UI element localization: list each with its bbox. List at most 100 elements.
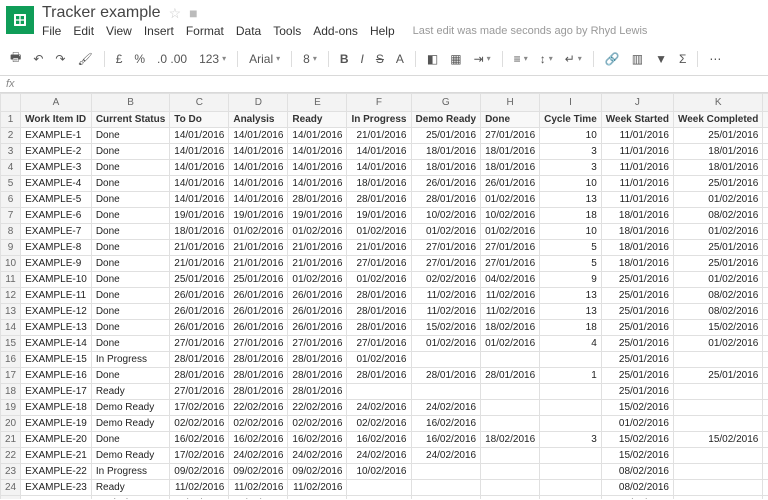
cell[interactable]: EXAMPLE-12 xyxy=(21,304,92,320)
cell[interactable] xyxy=(763,448,768,464)
cell[interactable]: 13 xyxy=(540,304,602,320)
print-icon[interactable]: 🖶 xyxy=(6,46,25,71)
cell[interactable]: EXAMPLE-6 xyxy=(21,208,92,224)
cell[interactable]: 14/01/2016 xyxy=(229,160,288,176)
cell[interactable] xyxy=(411,480,481,496)
cell[interactable]: Done xyxy=(91,288,169,304)
cell[interactable]: 21/01/2016 xyxy=(229,256,288,272)
col-header[interactable]: H xyxy=(481,94,540,112)
cell[interactable]: Done xyxy=(91,432,169,448)
cell[interactable]: 14/01/2016 xyxy=(288,160,347,176)
cell[interactable] xyxy=(763,272,768,288)
cell[interactable]: 13 xyxy=(540,288,602,304)
cell[interactable] xyxy=(540,496,602,500)
cell[interactable] xyxy=(763,160,768,176)
cell[interactable]: 25/01/2016 xyxy=(601,304,673,320)
cell[interactable]: 09/02/2016 xyxy=(170,464,229,480)
cell[interactable] xyxy=(763,432,768,448)
cell[interactable]: 21/01/2016 xyxy=(347,240,411,256)
cell[interactable]: EXAMPLE-8 xyxy=(21,240,92,256)
cell[interactable]: Done xyxy=(91,256,169,272)
cell[interactable]: 18 xyxy=(540,320,602,336)
cell[interactable] xyxy=(763,176,768,192)
cell[interactable]: 14/01/2016 xyxy=(347,144,411,160)
row-header[interactable]: 9 xyxy=(1,240,21,256)
menu-data[interactable]: Data xyxy=(236,24,261,38)
cell[interactable]: Analysis xyxy=(91,496,169,500)
cell[interactable]: 28/01/2016 xyxy=(229,384,288,400)
cell[interactable]: Ready xyxy=(91,384,169,400)
cell[interactable]: 18/01/2016 xyxy=(601,208,673,224)
cell[interactable]: 21/01/2016 xyxy=(229,240,288,256)
cell[interactable]: 11/01/2016 xyxy=(601,128,673,144)
row-header[interactable]: 18 xyxy=(1,384,21,400)
cell[interactable]: 11/01/2016 xyxy=(601,160,673,176)
cell[interactable] xyxy=(673,416,762,432)
cell[interactable]: 01/02/2016 xyxy=(673,336,762,352)
row-header[interactable]: 12 xyxy=(1,288,21,304)
col-header[interactable]: E xyxy=(288,94,347,112)
cell[interactable] xyxy=(481,384,540,400)
cell[interactable]: 18/01/2016 xyxy=(411,160,481,176)
cell[interactable] xyxy=(347,480,411,496)
cell[interactable]: 28/01/2016 xyxy=(170,368,229,384)
cell[interactable]: 15/02/2016 xyxy=(601,496,673,500)
cell[interactable] xyxy=(673,352,762,368)
row-header[interactable]: 2 xyxy=(1,128,21,144)
cell[interactable]: Cycle Time xyxy=(540,112,602,128)
cell[interactable]: 18/01/2016 xyxy=(673,160,762,176)
cell[interactable] xyxy=(763,112,768,128)
cell[interactable]: EXAMPLE-23 xyxy=(21,480,92,496)
cell[interactable]: 01/02/2016 xyxy=(347,272,411,288)
folder-icon[interactable]: ■ xyxy=(189,5,197,21)
cell[interactable] xyxy=(763,464,768,480)
cell[interactable] xyxy=(411,496,481,500)
cell[interactable]: 10 xyxy=(540,176,602,192)
col-header[interactable]: D xyxy=(229,94,288,112)
cell[interactable]: 25/01/2016 xyxy=(673,368,762,384)
cell[interactable]: 14/01/2016 xyxy=(229,176,288,192)
cell[interactable]: 25/01/2016 xyxy=(601,336,673,352)
cell[interactable]: 25/01/2016 xyxy=(673,176,762,192)
menu-file[interactable]: File xyxy=(42,24,61,38)
cell[interactable]: 28/01/2016 xyxy=(347,288,411,304)
cell[interactable]: EXAMPLE-19 xyxy=(21,416,92,432)
undo-icon[interactable]: ↶ xyxy=(29,50,47,68)
cell[interactable]: 25/01/2016 xyxy=(673,256,762,272)
fill-color-icon[interactable]: ◧ xyxy=(423,50,442,68)
cell[interactable]: 28/01/2016 xyxy=(288,368,347,384)
cell[interactable]: 08/02/2016 xyxy=(601,480,673,496)
menu-insert[interactable]: Insert xyxy=(144,24,174,38)
cell[interactable]: 11/01/2016 xyxy=(601,144,673,160)
cell[interactable]: Done xyxy=(91,320,169,336)
cell[interactable]: EXAMPLE-24 xyxy=(21,496,92,500)
cell[interactable]: 26/01/2016 xyxy=(288,320,347,336)
cell[interactable]: 1 xyxy=(540,368,602,384)
merge-icon[interactable]: ⇥ xyxy=(470,50,495,68)
col-header[interactable]: B xyxy=(91,94,169,112)
cell[interactable]: 10/02/2016 xyxy=(481,208,540,224)
cell[interactable]: 27/01/2016 xyxy=(229,336,288,352)
cell[interactable] xyxy=(763,128,768,144)
cell[interactable]: EXAMPLE-13 xyxy=(21,320,92,336)
cell[interactable]: 18/01/2016 xyxy=(601,256,673,272)
cell[interactable]: 10 xyxy=(540,128,602,144)
redo-icon[interactable]: ↷ xyxy=(51,50,69,68)
row-header[interactable]: 1 xyxy=(1,112,21,128)
cell[interactable]: 26/01/2016 xyxy=(170,304,229,320)
cell[interactable]: 3 xyxy=(540,432,602,448)
font-select[interactable]: Arial xyxy=(245,50,284,68)
cell[interactable]: 01/02/2016 xyxy=(601,416,673,432)
cell[interactable] xyxy=(540,448,602,464)
cell[interactable]: 24/02/2016 xyxy=(347,400,411,416)
cell[interactable] xyxy=(481,416,540,432)
cell[interactable] xyxy=(481,352,540,368)
cell[interactable]: EXAMPLE-16 xyxy=(21,368,92,384)
cell[interactable]: 14/01/2016 xyxy=(229,192,288,208)
cell[interactable]: Done xyxy=(91,176,169,192)
cell[interactable] xyxy=(540,352,602,368)
cell[interactable] xyxy=(411,384,481,400)
menu-help[interactable]: Help xyxy=(370,24,395,38)
cell[interactable]: 26/01/2016 xyxy=(288,304,347,320)
cell[interactable]: 26/01/2016 xyxy=(170,320,229,336)
